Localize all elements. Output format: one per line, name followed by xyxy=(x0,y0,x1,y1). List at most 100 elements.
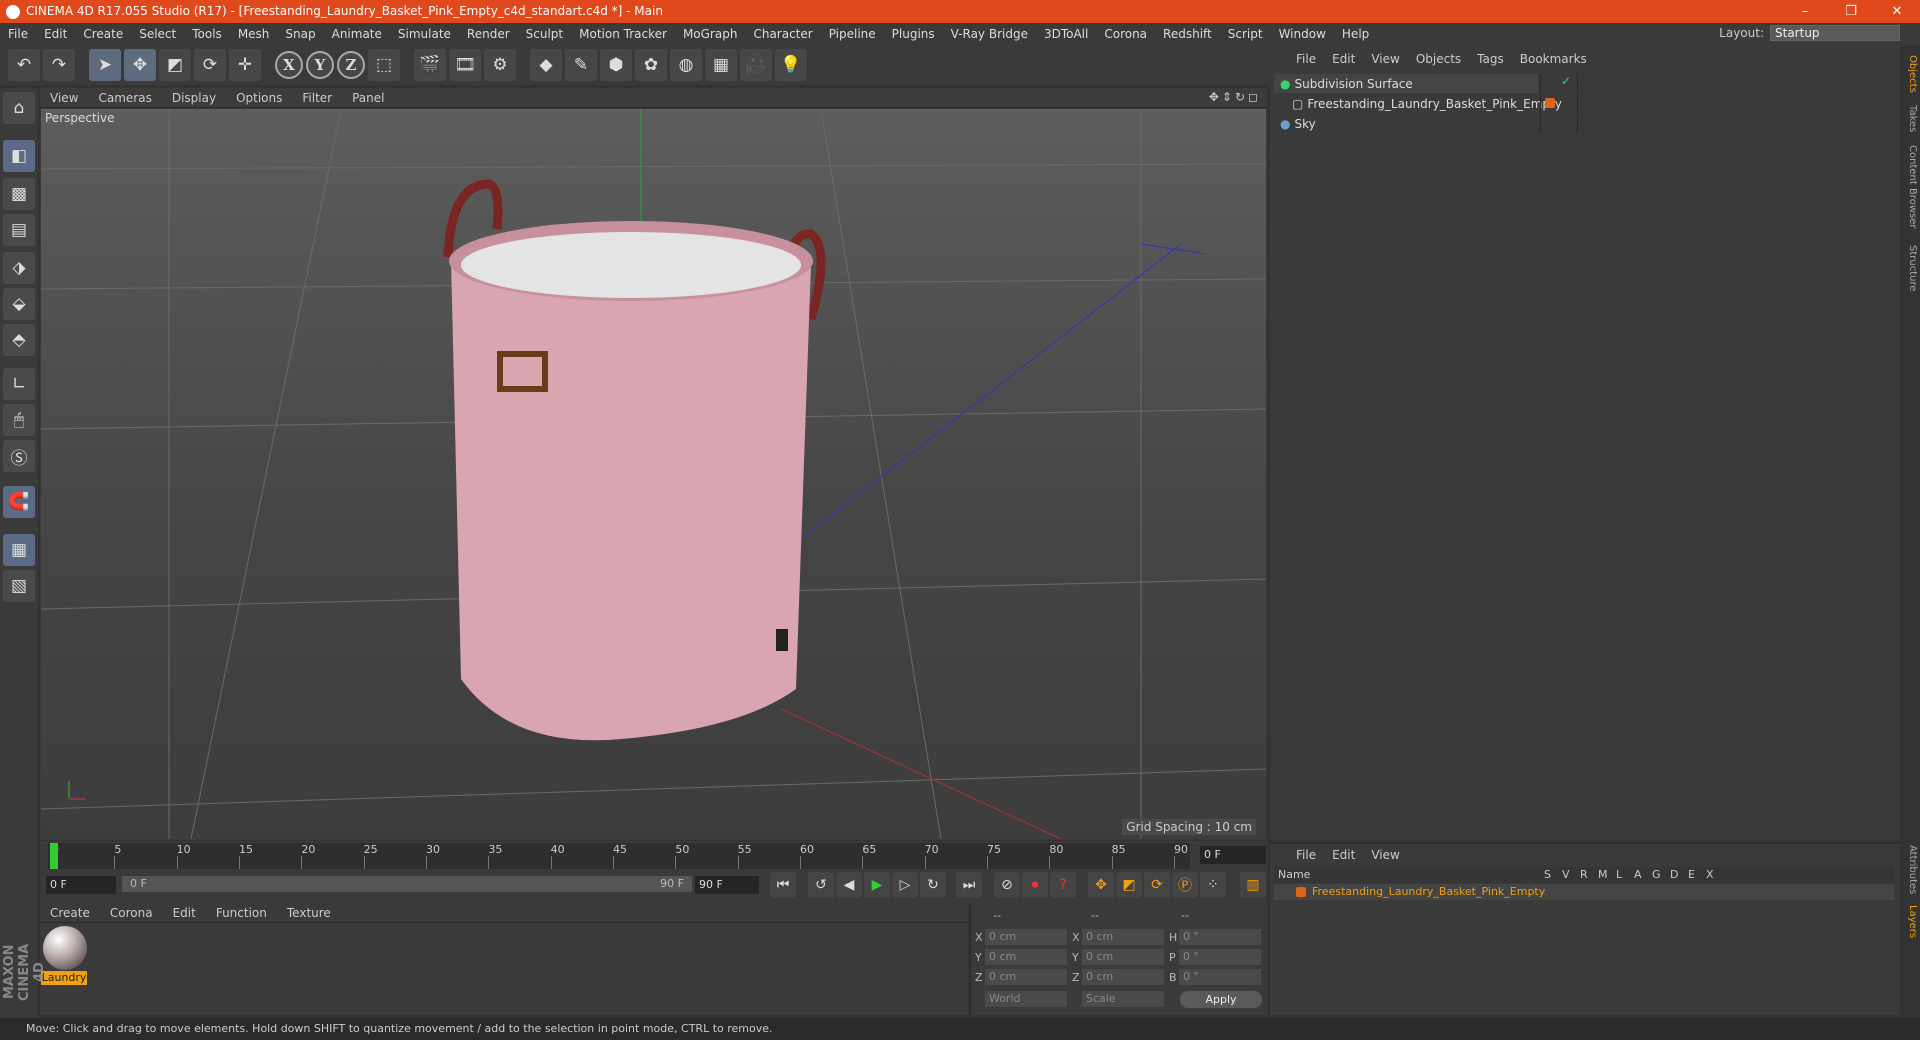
rotation-b-field[interactable]: 0 ° xyxy=(1179,969,1261,985)
menu-motion-tracker[interactable]: Motion Tracker xyxy=(571,27,675,41)
size-z-field[interactable]: 0 cm xyxy=(1082,969,1164,985)
playhead-marker[interactable] xyxy=(50,843,58,869)
menu-render[interactable]: Render xyxy=(459,27,518,41)
menu-mesh[interactable]: Mesh xyxy=(230,27,278,41)
render-view-icon[interactable]: 🎬 xyxy=(414,49,446,81)
timeline-ruler[interactable]: 051015202530354045505560657075808590 xyxy=(48,843,1190,869)
menu-redshift[interactable]: Redshift xyxy=(1155,27,1220,41)
texture-tag-icon[interactable] xyxy=(1545,98,1555,108)
go-to-end-icon[interactable]: ⏭ xyxy=(956,872,982,898)
model-mode-icon[interactable]: ◧ xyxy=(3,140,35,172)
menu-3dtoall[interactable]: 3DToAll xyxy=(1036,27,1096,41)
key-rotation-icon[interactable]: ⟳ xyxy=(1144,872,1170,898)
menu-window[interactable]: Window xyxy=(1271,27,1334,41)
next-key-icon[interactable]: ↻ xyxy=(920,872,946,898)
menu-simulate[interactable]: Simulate xyxy=(390,27,459,41)
menu-corona[interactable]: Corona xyxy=(1096,27,1155,41)
position-y-field[interactable]: 0 cm xyxy=(985,949,1067,965)
redo-icon[interactable]: ↷ xyxy=(43,49,75,81)
rotation-p-field[interactable]: 0 ° xyxy=(1179,949,1261,965)
points-mode-icon[interactable]: ⬗ xyxy=(3,252,35,284)
close-button[interactable]: ✕ xyxy=(1874,0,1920,23)
menu-create[interactable]: Create xyxy=(75,27,131,41)
undo-icon[interactable]: ↶ xyxy=(8,49,40,81)
key-point-level-icon[interactable]: ⁘ xyxy=(1200,872,1226,898)
object-flags-subdivision-surface[interactable]: ✓ xyxy=(1540,74,1578,93)
layer-color-swatch[interactable] xyxy=(1296,887,1306,897)
start-frame-field[interactable]: 0 F xyxy=(46,876,116,894)
go-to-start-icon[interactable]: ⏮ xyxy=(770,872,796,898)
record-keys-icon[interactable]: ⊘ xyxy=(994,872,1020,898)
live-select-icon[interactable]: ✛ xyxy=(229,49,261,81)
object-menu-edit[interactable]: Edit xyxy=(1324,52,1363,66)
menu-edit[interactable]: Edit xyxy=(36,27,75,41)
menu-script[interactable]: Script xyxy=(1220,27,1271,41)
tab-content-browser[interactable]: Content Browser xyxy=(1902,145,1918,228)
rotate-tool-icon[interactable]: ⟳ xyxy=(194,49,226,81)
menu-vray-bridge[interactable]: V-Ray Bridge xyxy=(943,27,1036,41)
timeline-window-icon[interactable]: ▥ xyxy=(1240,872,1266,898)
minimize-button[interactable]: – xyxy=(1782,0,1828,23)
size-y-field[interactable]: 0 cm xyxy=(1082,949,1164,965)
menu-character[interactable]: Character xyxy=(745,27,820,41)
object-row-sky[interactable]: ● Sky xyxy=(1274,114,1538,133)
layer-row[interactable]: Freestanding_Laundry_Basket_Pink_Empty xyxy=(1274,884,1894,900)
rotation-h-field[interactable]: 0 ° xyxy=(1179,929,1261,945)
key-scale-icon[interactable]: ◩ xyxy=(1116,872,1142,898)
tweak-mode-icon[interactable]: 🖱 xyxy=(3,404,35,436)
menu-snap[interactable]: Snap xyxy=(277,27,323,41)
coordinate-system-icon[interactable]: ⬚ xyxy=(368,49,400,81)
frame-range-slider[interactable]: 0 F 90 F xyxy=(122,876,692,892)
material-name-label[interactable]: Laundry xyxy=(41,971,87,985)
deformer-icon[interactable]: ◍ xyxy=(670,49,702,81)
object-menu-view[interactable]: View xyxy=(1363,52,1407,66)
solo-mode-icon[interactable]: Ⓢ xyxy=(3,440,35,472)
light-icon[interactable]: 💡 xyxy=(775,49,807,81)
x-axis-lock-button[interactable]: X xyxy=(275,51,303,79)
menu-animate[interactable]: Animate xyxy=(324,27,390,41)
viewport-menu-view[interactable]: View xyxy=(40,91,88,105)
y-axis-lock-button[interactable]: Y xyxy=(306,51,334,79)
object-menu-file[interactable]: File xyxy=(1288,52,1324,66)
cube-primitive-icon[interactable]: ◆ xyxy=(530,49,562,81)
workplane-rotate-icon[interactable]: ▧ xyxy=(3,570,35,602)
material-menu-create[interactable]: Create xyxy=(40,906,100,920)
current-frame-field[interactable]: 0 F xyxy=(1200,846,1266,864)
floor-environment-icon[interactable]: ▦ xyxy=(705,49,737,81)
menu-file[interactable]: File xyxy=(0,27,36,41)
size-mode-dropdown[interactable]: Scale xyxy=(1082,991,1164,1007)
make-editable-icon[interactable]: ⌂ xyxy=(3,92,35,124)
size-x-field[interactable]: 0 cm xyxy=(1082,929,1164,945)
subdivision-surface-icon[interactable]: ⬢ xyxy=(600,49,632,81)
tab-attributes[interactable]: Attributes xyxy=(1902,845,1918,894)
menu-pipeline[interactable]: Pipeline xyxy=(821,27,884,41)
key-position-icon[interactable]: ✥ xyxy=(1088,872,1114,898)
apply-button[interactable]: Apply xyxy=(1180,991,1262,1008)
viewport-menu-filter[interactable]: Filter xyxy=(292,91,342,105)
polygons-mode-icon[interactable]: ⬘ xyxy=(3,324,35,356)
object-row-basket[interactable]: ▢ Freestanding_Laundry_Basket_Pink_Empty xyxy=(1274,94,1562,113)
layout-dropdown[interactable]: Startup xyxy=(1770,25,1900,41)
array-generator-icon[interactable]: ✿ xyxy=(635,49,667,81)
z-axis-lock-button[interactable]: Z xyxy=(337,51,365,79)
tab-layers[interactable]: Layers xyxy=(1902,905,1918,938)
key-parameter-icon[interactable]: Ⓟ xyxy=(1172,872,1198,898)
previous-frame-icon[interactable]: ◀ xyxy=(836,872,862,898)
workplane-mode-icon[interactable]: ▤ xyxy=(3,214,35,246)
render-picture-viewer-icon[interactable]: 🎞 xyxy=(449,49,481,81)
autokey-icon[interactable]: ⏺ xyxy=(1022,872,1048,898)
material-preview-ball[interactable] xyxy=(43,926,87,970)
edges-mode-icon[interactable]: ⬙ xyxy=(3,288,35,320)
tab-objects[interactable]: Objects xyxy=(1902,55,1918,93)
material-menu-texture[interactable]: Texture xyxy=(277,906,341,920)
position-z-field[interactable]: 0 cm xyxy=(985,969,1067,985)
viewport-menu-display[interactable]: Display xyxy=(162,91,226,105)
material-menu-function[interactable]: Function xyxy=(206,906,277,920)
object-menu-bookmarks[interactable]: Bookmarks xyxy=(1512,52,1595,66)
menu-sculpt[interactable]: Sculpt xyxy=(518,27,571,41)
object-row-subdivision-surface[interactable]: ● Subdivision Surface xyxy=(1274,74,1538,93)
menu-mograph[interactable]: MoGraph xyxy=(675,27,746,41)
material-menu-corona[interactable]: Corona xyxy=(100,906,163,920)
keyframe-selection-icon[interactable]: ? xyxy=(1050,872,1076,898)
viewport-menu-cameras[interactable]: Cameras xyxy=(88,91,161,105)
